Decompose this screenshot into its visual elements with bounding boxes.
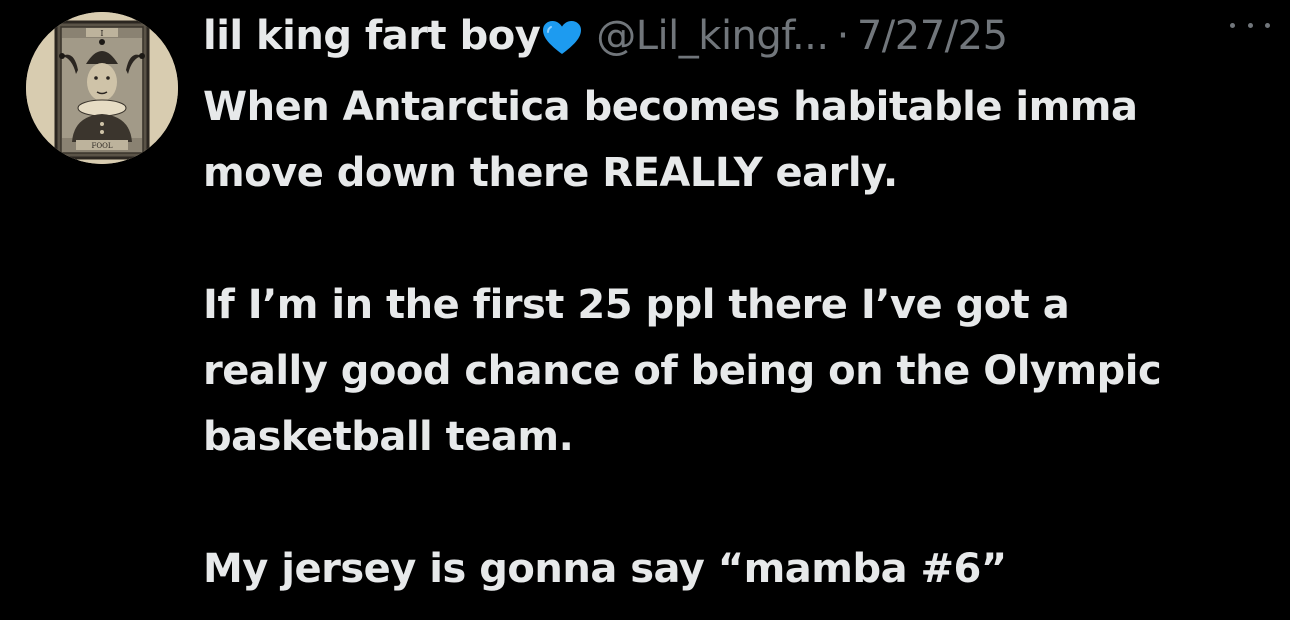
header-separator: · [836,13,850,59]
avatar-card-label: FOOL [92,142,113,150]
tweet-header: lil king fart boy @Lil_kingf... · 7/27/2… [203,8,1273,64]
user-handle[interactable]: @Lil_kingf... [596,13,829,59]
more-options-icon[interactable] [1230,10,1270,40]
tweet-text: When Antarctica becomes habitable imma m… [203,74,1273,602]
blue-heart-icon [542,20,582,56]
jester-tarot-card-image: I FOOL [26,12,178,164]
tweet-text-line: When Antarctica becomes habitable imma [203,84,1138,130]
tweet-text-line: really good chance of being on the Olymp… [203,348,1162,394]
more-dot [1230,22,1235,28]
avatar-numeral: I [100,29,103,38]
tweet-text-line: My jersey is gonna say “mamba #6” [203,546,1007,592]
more-dot [1247,22,1253,28]
tweet-text-line: If I’m in the first 25 ppl there I’ve go… [203,282,1070,328]
tweet-timestamp[interactable]: 7/27/25 [857,13,1008,59]
tweet-text-line: basketball team. [203,414,574,460]
tweet-text-line: move down there REALLY early. [203,150,898,196]
tweet[interactable]: I FOOL lil king fart boy @Lil_kingf... ·… [0,0,1290,620]
avatar[interactable]: I FOOL [26,12,178,164]
display-name[interactable]: lil king fart boy [203,13,541,59]
more-dot [1265,22,1270,28]
tweet-text-blank-line [203,206,1273,272]
tweet-text-blank-line [203,470,1273,536]
